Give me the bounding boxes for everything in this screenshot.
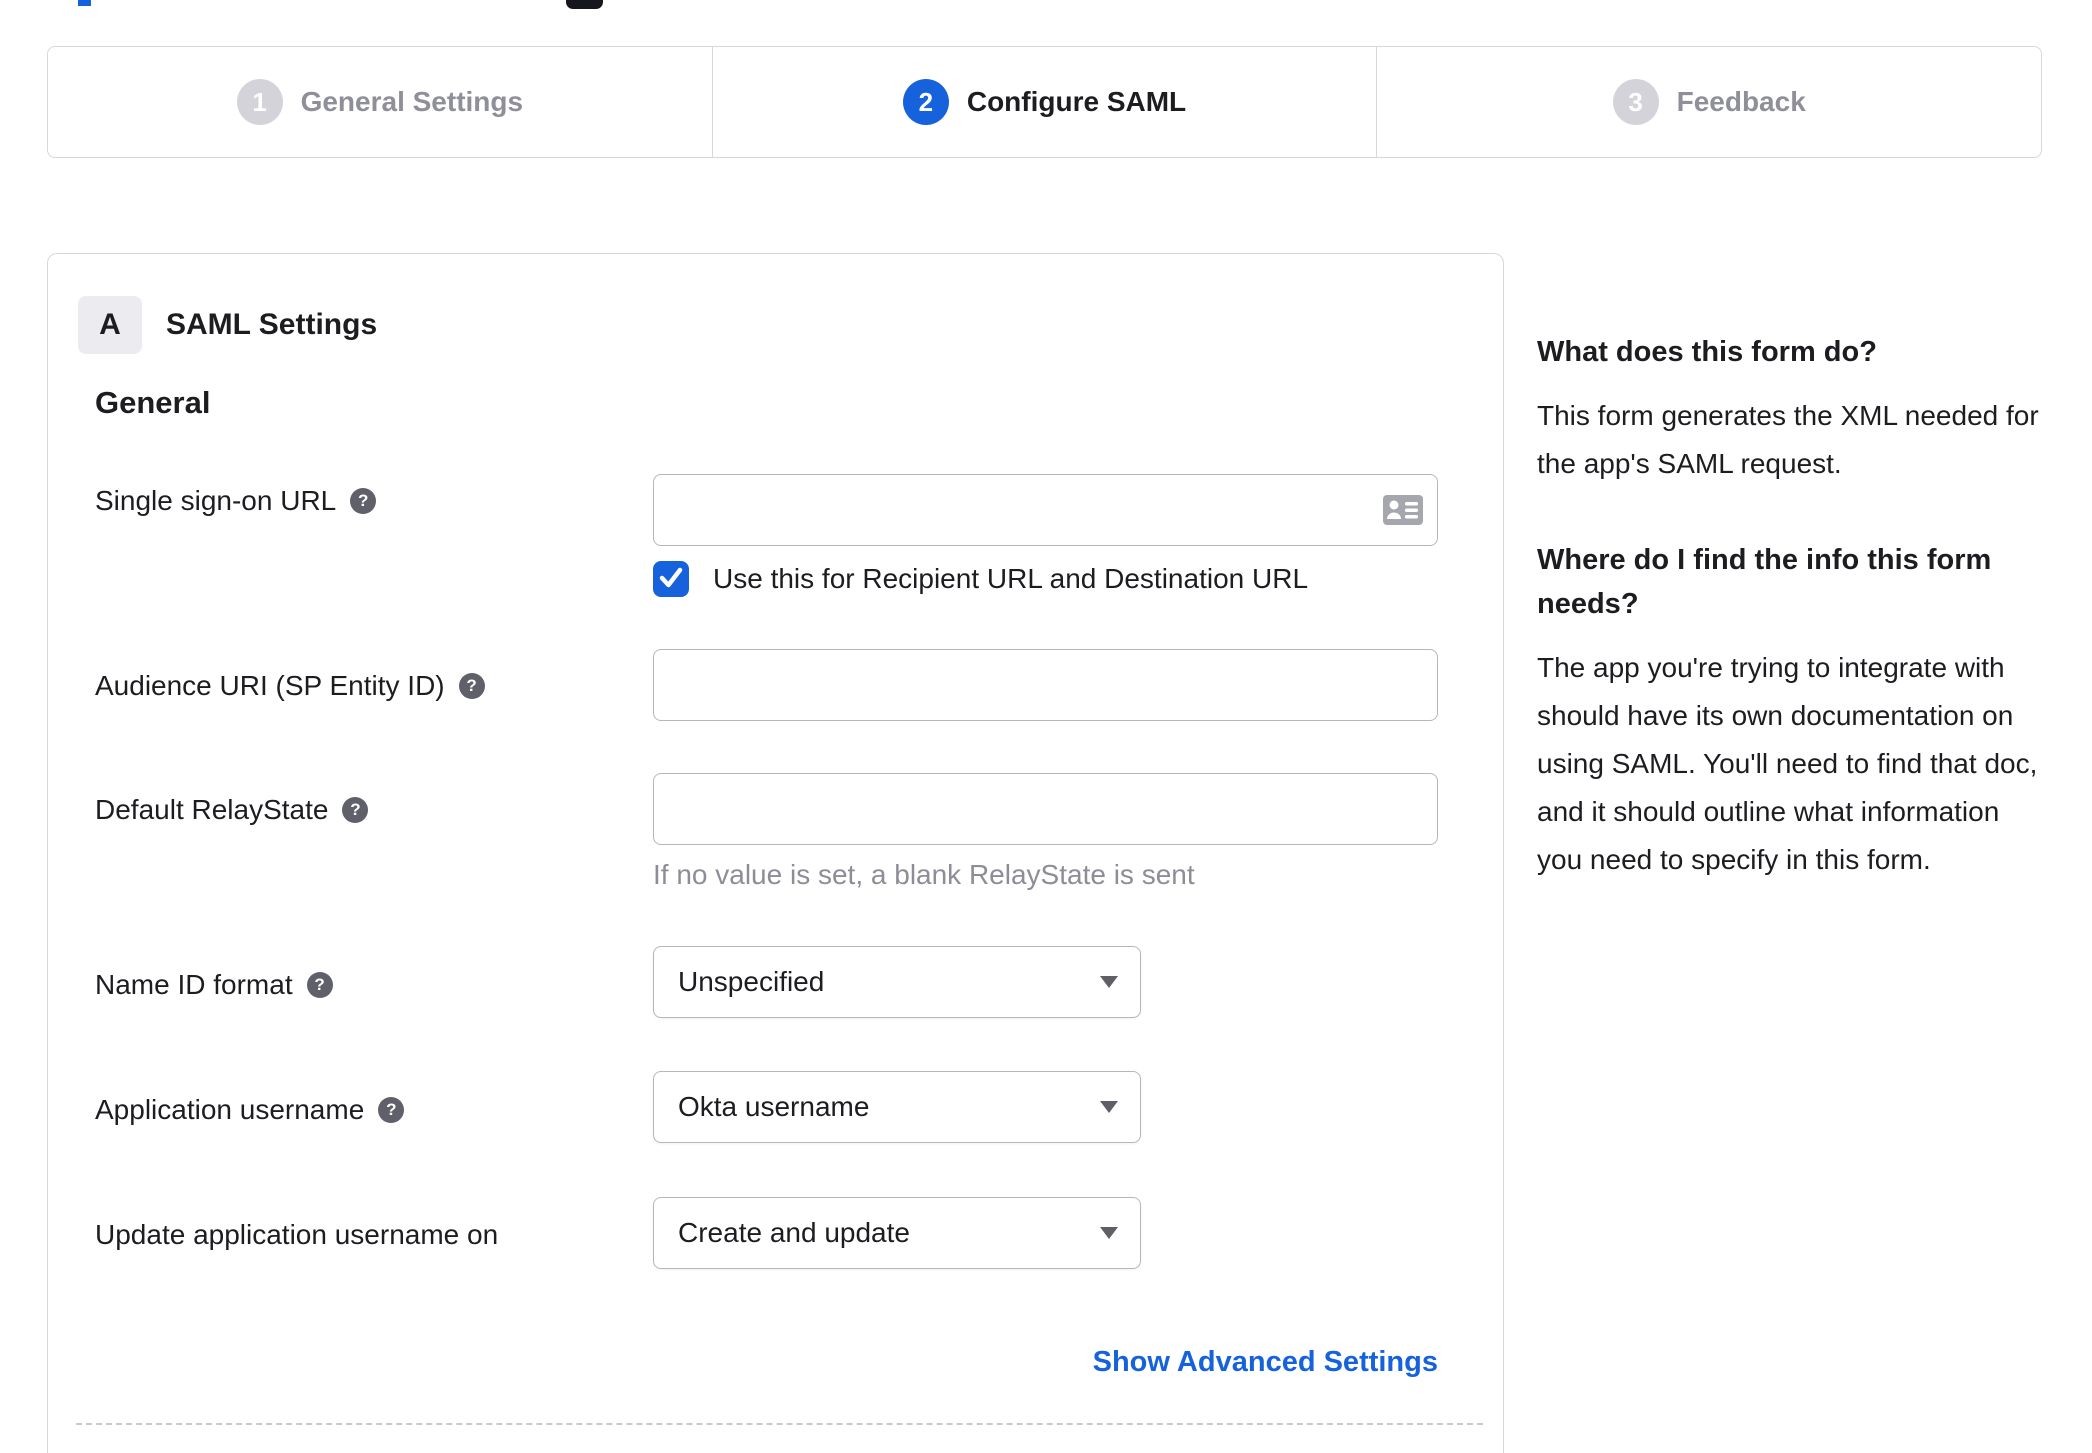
help-heading: What does this form do? <box>1537 336 1877 368</box>
update-application-username-select[interactable]: Create and update <box>653 1197 1141 1269</box>
help-section-what: What does this form do? This form genera… <box>1537 330 2039 488</box>
help-icon[interactable]: ? <box>350 488 377 514</box>
chevron-down-icon <box>1100 1227 1118 1239</box>
saml-settings-panel: A SAML Settings General Single sign-on U… <box>47 253 1504 1453</box>
help-icon[interactable]: ? <box>458 673 485 699</box>
audience-uri-input[interactable] <box>653 649 1438 721</box>
check-icon <box>653 559 689 600</box>
step-number-badge: 2 <box>902 79 949 125</box>
default-relaystate-input[interactable] <box>653 773 1438 845</box>
update-application-username-label: Update application username on <box>95 1219 499 1250</box>
single-sign-on-url-input[interactable] <box>653 474 1438 546</box>
help-section-where: Where do I find the info this form needs… <box>1537 538 2039 884</box>
step-configure-saml[interactable]: 2 Configure SAML <box>711 47 1377 157</box>
step-label: Configure SAML <box>966 86 1187 117</box>
wizard-stepper: 1 General Settings 2 Configure SAML 3 Fe… <box>47 46 2042 158</box>
step-label: General Settings <box>300 86 524 117</box>
show-advanced-settings-link[interactable]: Show Advanced Settings <box>653 1346 1438 1379</box>
chevron-down-icon <box>1100 1101 1118 1113</box>
help-body: The app you're trying to integrate with … <box>1537 652 2038 875</box>
selected-value: Okta username <box>678 1091 870 1122</box>
help-icon[interactable]: ? <box>378 1097 405 1123</box>
application-username-label: Application username ? <box>95 1094 405 1126</box>
chevron-down-icon <box>1100 976 1118 988</box>
name-id-format-label: Name ID format ? <box>95 969 333 1001</box>
default-relaystate-label: Default RelayState ? <box>95 794 369 826</box>
step-feedback[interactable]: 3 Feedback <box>1376 47 2041 157</box>
general-section-heading: General <box>95 385 211 420</box>
cutoff-dark-fragment <box>566 0 603 9</box>
panel-header: A SAML Settings <box>78 296 377 354</box>
section-a-badge: A <box>78 296 142 354</box>
help-heading: Where do I find the info this form needs… <box>1537 544 1992 620</box>
application-username-select[interactable]: Okta username <box>653 1071 1141 1143</box>
help-sidebar: What does this form do? This form genera… <box>1537 330 2039 884</box>
dashed-section-divider <box>76 1423 1483 1425</box>
step-label: Feedback <box>1676 86 1806 117</box>
step-general-settings[interactable]: 1 General Settings <box>48 47 712 157</box>
relaystate-hint: If no value is set, a blank RelayState i… <box>653 859 1195 890</box>
contact-card-icon[interactable] <box>1382 494 1424 531</box>
name-id-format-select[interactable]: Unspecified <box>653 946 1141 1018</box>
recipient-url-checkbox-label: Use this for Recipient URL and Destinati… <box>713 563 1309 594</box>
audience-uri-label: Audience URI (SP Entity ID) ? <box>95 670 485 702</box>
help-body: This form generates the XML needed for t… <box>1537 400 2039 479</box>
selected-value: Unspecified <box>678 966 825 997</box>
panel-title: SAML Settings <box>166 308 378 341</box>
recipient-url-checkbox[interactable] <box>653 561 689 597</box>
recipient-url-checkbox-row: Use this for Recipient URL and Destinati… <box>653 561 1308 597</box>
help-icon[interactable]: ? <box>342 797 369 823</box>
cutoff-blue-fragment <box>78 0 91 6</box>
single-sign-on-url-label: Single sign-on URL ? <box>95 485 377 517</box>
step-number-badge: 1 <box>236 79 283 125</box>
step-number-badge: 3 <box>1612 79 1659 125</box>
selected-value: Create and update <box>678 1217 910 1248</box>
help-icon[interactable]: ? <box>306 972 333 998</box>
